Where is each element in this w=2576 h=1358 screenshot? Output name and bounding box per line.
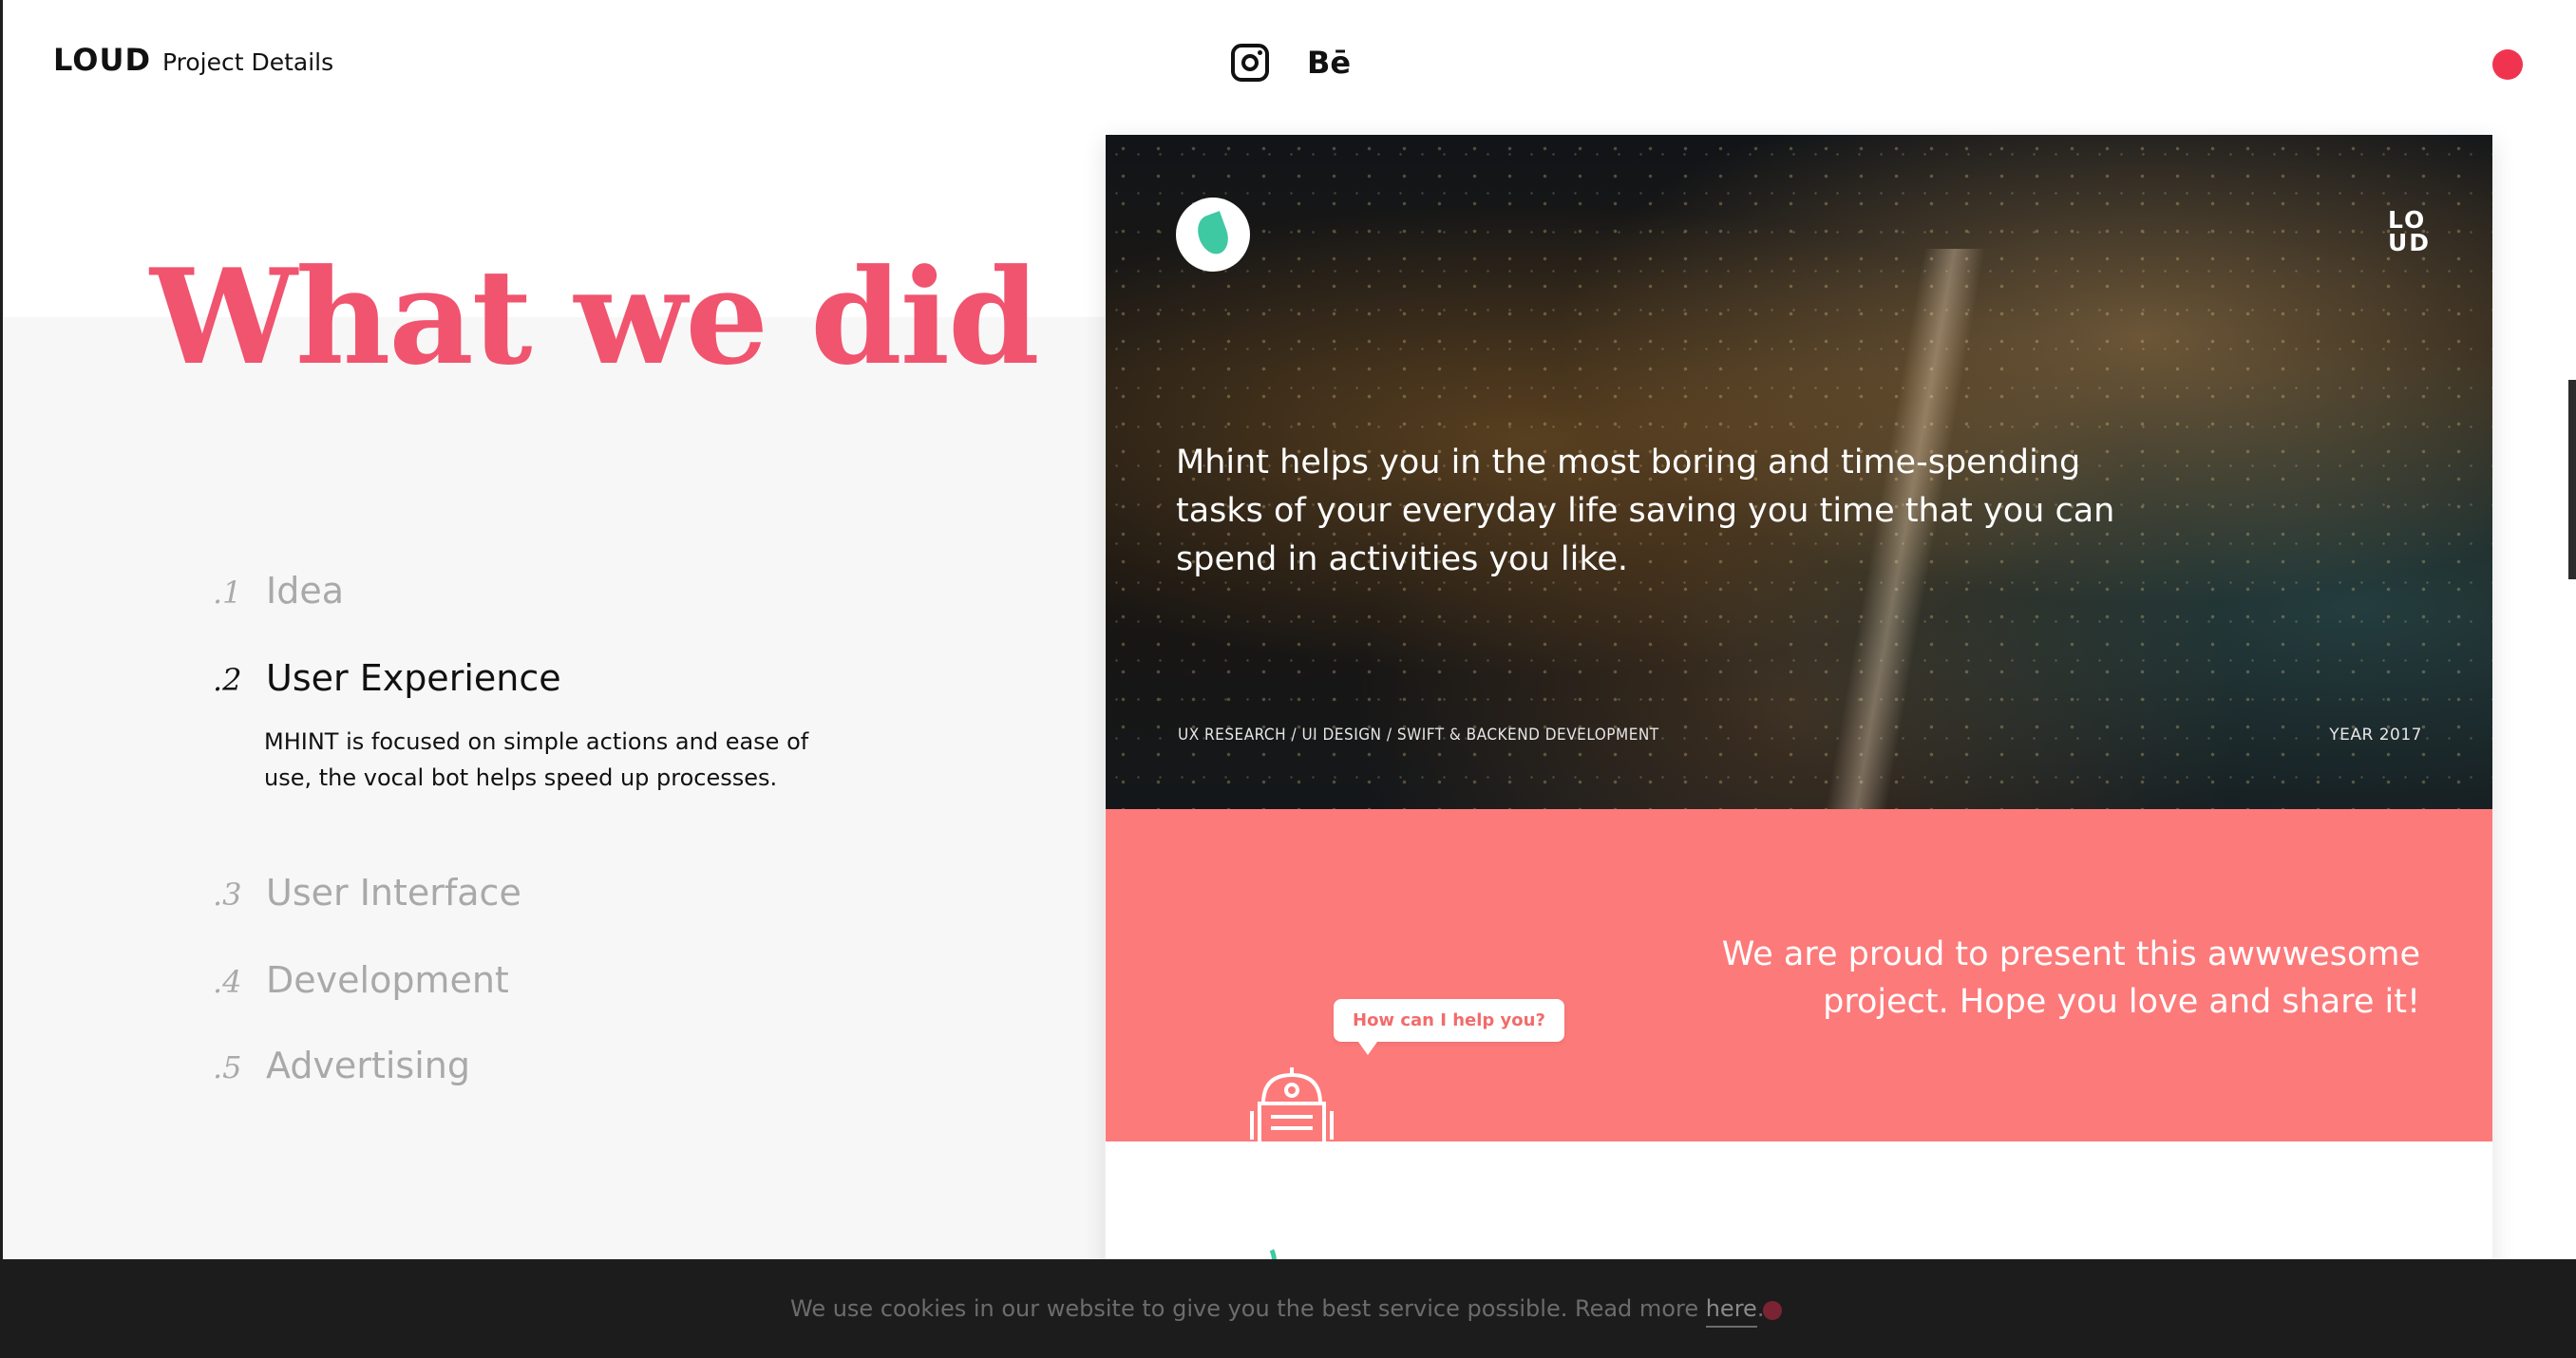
hero-image: LO UD Mhint helps you in the most boring… xyxy=(1106,135,2492,809)
promo-band: We are proud to present this awwwesome p… xyxy=(1106,809,2492,1143)
step-number: .3 xyxy=(213,877,242,913)
chat-bubble: How can I help you? xyxy=(1334,999,1564,1055)
behance-icon[interactable]: Bē xyxy=(1307,47,1351,78)
hero-description: Mhint helps you in the most boring and t… xyxy=(1176,443,2115,578)
step-number: .2 xyxy=(213,662,242,698)
section-heading: What we did xyxy=(150,239,1040,394)
step-label: User Interface xyxy=(266,872,521,914)
step-number: .5 xyxy=(213,1049,242,1085)
cookie-message: We use cookies in our website to give yo… xyxy=(790,1295,1764,1328)
promo-text: We are proud to present this awwwesome p… xyxy=(1721,935,2420,1021)
menu-button[interactable] xyxy=(2492,49,2523,80)
cookie-more-link[interactable]: here xyxy=(1705,1295,1757,1328)
step-number: .4 xyxy=(213,964,242,1000)
robot-icon xyxy=(1250,1067,1334,1143)
instagram-icon[interactable] xyxy=(1231,44,1269,82)
cookie-text: We use cookies in our website to give yo… xyxy=(790,1295,1706,1322)
page-title: Project Details xyxy=(162,48,334,76)
brand[interactable]: LOUD Project Details xyxy=(53,42,333,78)
social-links: Bē xyxy=(1231,44,1351,82)
step-label: User Experience xyxy=(266,657,561,699)
step-number: .1 xyxy=(213,575,242,611)
step-label: Development xyxy=(266,959,509,1001)
cookie-dismiss-button[interactable] xyxy=(1763,1301,1782,1320)
step-user-experience-group: .2 User Experience MHINT is focused on s… xyxy=(213,657,853,796)
leaf-icon xyxy=(1192,211,1234,258)
brand-logo[interactable]: LOUD xyxy=(53,42,151,78)
step-label: Advertising xyxy=(266,1045,470,1086)
cookie-banner: We use cookies in our website to give yo… xyxy=(0,1259,2576,1358)
site-header: LOUD Project Details Bē xyxy=(0,0,2576,123)
project-preview[interactable]: LO UD Mhint helps you in the most boring… xyxy=(1106,135,2492,1358)
project-tags: UX RESEARCH / UI DESIGN / SWIFT & BACKEN… xyxy=(1178,726,1659,745)
step-advertising[interactable]: .5 Advertising xyxy=(213,1045,470,1086)
step-development[interactable]: .4 Development xyxy=(213,959,509,1001)
step-description: MHINT is focused on simple actions and e… xyxy=(264,728,809,791)
step-user-interface[interactable]: .3 User Interface xyxy=(213,872,521,914)
step-label: Idea xyxy=(266,570,344,612)
mhint-logo xyxy=(1176,198,1250,272)
step-user-experience[interactable]: .2 User Experience xyxy=(213,657,853,699)
step-idea[interactable]: .1 Idea xyxy=(213,570,344,612)
project-year: YEAR 2017 xyxy=(2329,726,2422,745)
scrollbar-thumb[interactable] xyxy=(2568,380,2576,579)
loud-logo: LO UD xyxy=(2388,206,2432,256)
